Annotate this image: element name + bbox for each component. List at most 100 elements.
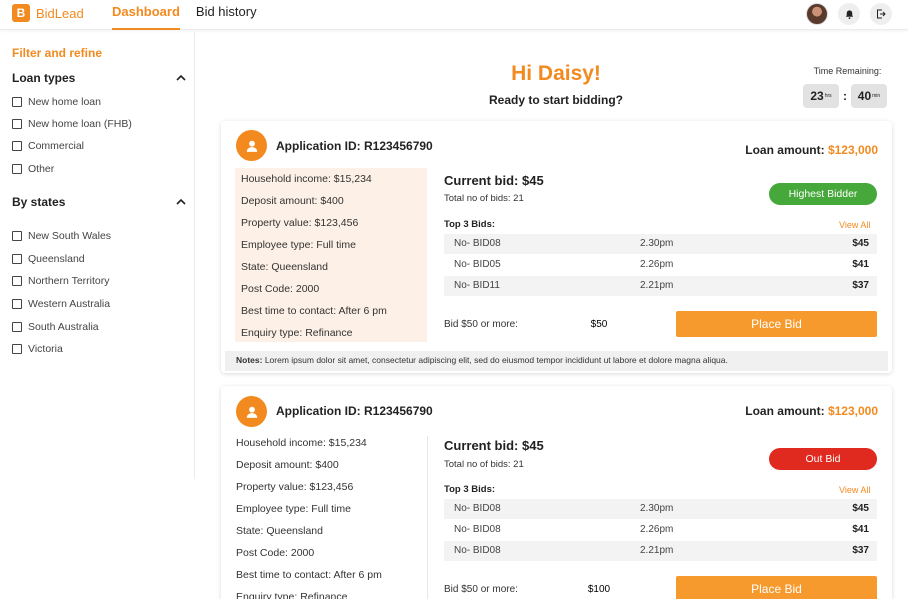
tab-bid-history[interactable]: Bid history (196, 0, 257, 30)
filter-state-wa[interactable]: Western Australia (12, 298, 110, 310)
checkbox-label: Other (28, 163, 55, 175)
top-navbar: B BidLead Dashboard Bid history (0, 0, 908, 30)
countdown-timer: 23 hrs : 40 min (803, 84, 887, 108)
checkbox[interactable] (12, 141, 22, 151)
bid-min-label: Bid $50 or more: (444, 584, 518, 595)
filter-new-home-loan-fhb[interactable]: New home loan (FHB) (12, 118, 132, 130)
checkbox[interactable] (12, 254, 22, 264)
top-bids-label: Top 3 Bids: (444, 219, 496, 230)
detail-employee-type: Employee type: Full time (241, 239, 356, 251)
checkbox-label: New home loan (FHB) (28, 118, 132, 130)
bid-amount: $37 (852, 280, 869, 291)
bid-row: No- BID08 2.30pm $45 (444, 499, 877, 519)
states-header[interactable]: By states (12, 195, 186, 209)
filter-other[interactable]: Other (12, 163, 54, 175)
detail-post-code: Post Code: 2000 (236, 547, 315, 559)
place-bid-button[interactable]: Place Bid (676, 311, 877, 337)
greeting-subtitle: Ready to start bidding? (488, 93, 623, 107)
filter-title: Filter and refine (12, 46, 103, 60)
applicant-icon (236, 396, 267, 427)
bid-amount: $45 (852, 503, 869, 514)
checkbox-label: Queensland (28, 253, 85, 265)
view-all-link[interactable]: View All (839, 485, 870, 495)
filter-state-qld[interactable]: Queensland (12, 253, 85, 265)
total-bids: Total no of bids: 21 (444, 193, 524, 204)
filter-commercial[interactable]: Commercial (12, 140, 84, 152)
checkbox[interactable] (12, 97, 22, 107)
checkbox[interactable] (12, 119, 22, 129)
detail-state: State: Queensland (241, 261, 328, 273)
bid-amount-input[interactable] (539, 577, 659, 599)
states-title: By states (12, 195, 66, 209)
loan-amount-label: Loan amount: (745, 404, 828, 418)
detail-enquiry-type: Enquiry type: Refinance (236, 591, 348, 599)
detail-employee-type: Employee type: Full time (236, 503, 351, 515)
status-badge: Out Bid (769, 448, 877, 470)
bid-row: No- BID08 2.30pm $45 (444, 234, 877, 254)
checkbox[interactable] (12, 164, 22, 174)
checkbox[interactable] (12, 276, 22, 286)
checkbox[interactable] (12, 299, 22, 309)
bid-id: No- BID08 (454, 545, 501, 556)
main-nav: Dashboard Bid history (112, 0, 273, 30)
current-bid: Current bid: $45 (444, 173, 544, 188)
logo-mark: B (12, 4, 30, 22)
loan-amount: Loan amount: $123,000 (745, 404, 878, 418)
application-card: Application ID: R123456790 Loan amount: … (221, 121, 892, 373)
chevron-up-icon[interactable] (176, 197, 186, 207)
timer-minutes-value: 40 (857, 89, 872, 103)
detail-household-income: Household income: $15,234 (241, 173, 372, 185)
detail-property-value: Property value: $123,456 (236, 481, 354, 493)
checkbox[interactable] (12, 322, 22, 332)
loan-types-header[interactable]: Loan types (12, 71, 186, 85)
application-notes: Notes: Lorem ipsum dolor sit amet, conse… (225, 351, 888, 371)
applicant-details: Household income: $15,234 Deposit amount… (230, 432, 422, 599)
filter-sidebar: Filter and refine Loan types New home lo… (0, 31, 195, 479)
timer-hours: 23 hrs (803, 84, 839, 108)
bidlead-logo[interactable]: B BidLead (12, 4, 84, 22)
loan-amount-value: $123,000 (827, 143, 878, 157)
total-bids: Total no of bids: 21 (444, 459, 524, 470)
user-avatar[interactable] (806, 3, 828, 25)
detail-deposit-amount: Deposit amount: $400 (236, 459, 339, 471)
bid-time: 2.26pm (640, 259, 674, 270)
bid-row: No- BID08 2.21pm $37 (444, 541, 877, 561)
timer-label: Time Remaining: (813, 66, 882, 76)
logout-button[interactable] (870, 3, 892, 25)
bid-id: No- BID08 (454, 238, 501, 249)
notifications-button[interactable] (838, 3, 860, 25)
bid-row: No- BID11 2.21pm $37 (444, 276, 877, 296)
checkbox[interactable] (12, 344, 22, 354)
filter-new-home-loan[interactable]: New home loan (12, 96, 101, 108)
bid-id: No- BID08 (454, 503, 501, 514)
application-id: Application ID: R123456790 (276, 404, 433, 418)
bid-time: 2.21pm (640, 280, 674, 291)
bid-amount-input[interactable] (539, 312, 659, 336)
loan-amount-label: Loan amount: (745, 143, 828, 157)
view-all-link[interactable]: View All (839, 220, 870, 230)
chevron-up-icon[interactable] (176, 73, 186, 83)
header-actions (806, 3, 892, 25)
timer-minutes: 40 min (851, 84, 887, 108)
greeting-title: Hi Daisy! (511, 62, 601, 85)
applicant-details: Household income: $15,234 Deposit amount… (235, 168, 427, 342)
tab-dashboard[interactable]: Dashboard (112, 0, 180, 30)
bid-time: 2.21pm (640, 545, 674, 556)
filter-state-nt[interactable]: Northern Territory (12, 275, 110, 287)
notes-label: Notes: (236, 355, 263, 365)
logout-icon (877, 9, 886, 19)
filter-state-nsw[interactable]: New South Wales (12, 230, 111, 242)
filter-state-vic[interactable]: Victoria (12, 343, 63, 355)
timer-hours-unit: hrs (824, 93, 832, 99)
checkbox-label: Victoria (28, 343, 63, 355)
current-bid: Current bid: $45 (444, 438, 544, 453)
filter-state-sa[interactable]: South Australia (12, 321, 99, 333)
checkbox-label: New home loan (28, 96, 101, 108)
bid-time: 2.30pm (640, 503, 674, 514)
bid-min-label: Bid $50 or more: (444, 319, 518, 330)
loan-types-title: Loan types (12, 71, 76, 85)
place-bid-button[interactable]: Place Bid (676, 576, 877, 599)
detail-deposit-amount: Deposit amount: $400 (241, 195, 344, 207)
checkbox[interactable] (12, 231, 22, 241)
loan-amount-value: $123,000 (827, 404, 878, 418)
